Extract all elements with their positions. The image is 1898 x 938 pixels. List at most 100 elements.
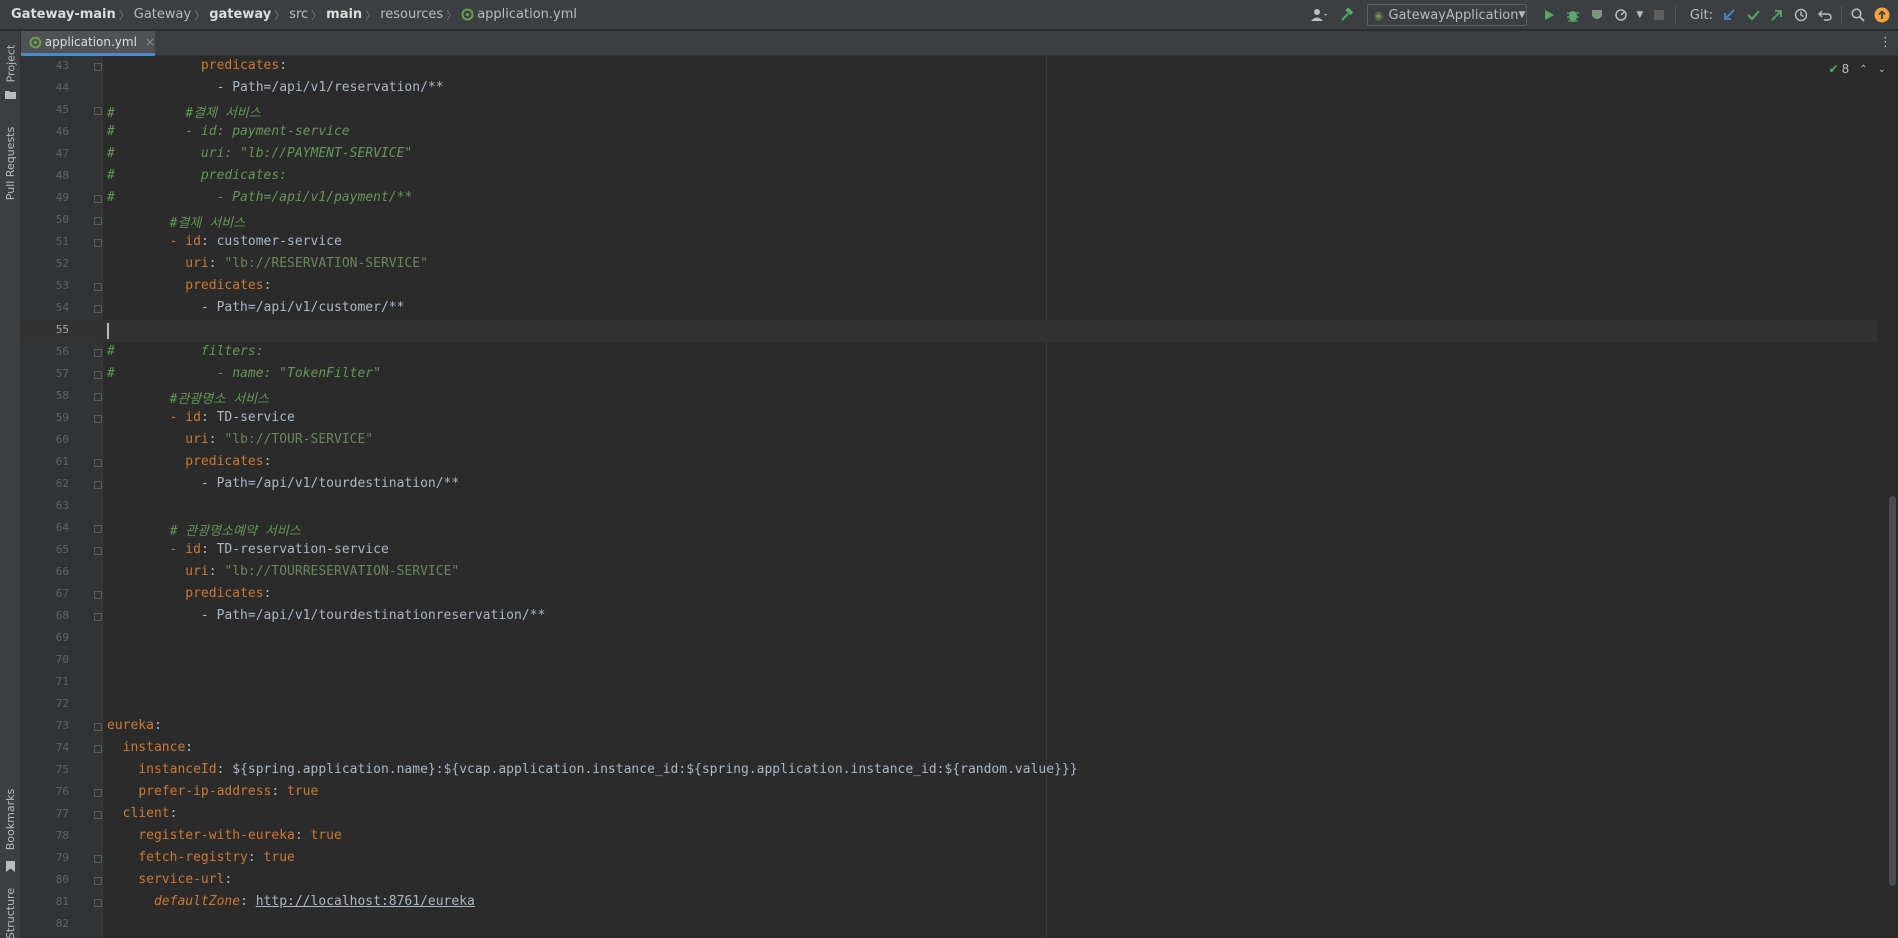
code-line[interactable]: 58 #관광명소 서비스 — [21, 386, 1878, 408]
code-line[interactable]: 49 # - Path=/api/v1/payment/** — [21, 188, 1878, 210]
more-run-options-icon[interactable]: ▼ — [1633, 0, 1647, 30]
code-line[interactable]: 71 — [21, 672, 1878, 694]
fold-marker-icon[interactable] — [94, 613, 102, 621]
fold-marker-icon[interactable] — [94, 63, 102, 71]
breadcrumb-file[interactable]: application.yml — [477, 7, 577, 22]
fold-marker-icon[interactable] — [94, 415, 102, 423]
line-number: 67 — [55, 587, 69, 600]
breadcrumb-folder-gateway[interactable]: gateway — [209, 7, 271, 22]
code-line[interactable]: 73 eureka: — [21, 716, 1878, 738]
run-icon[interactable] — [1537, 0, 1561, 30]
fold-marker-icon[interactable] — [94, 239, 102, 247]
code-line[interactable]: 51 - id: customer-service — [21, 232, 1878, 254]
code-line[interactable]: 65 - id: TD-reservation-service — [21, 540, 1878, 562]
code-line[interactable]: 70 — [21, 650, 1878, 672]
code-line[interactable]: 43 predicates: — [21, 56, 1878, 78]
fold-marker-icon[interactable] — [94, 459, 102, 467]
code-line[interactable]: 55 — [21, 320, 1878, 342]
fold-marker-icon[interactable] — [94, 305, 102, 313]
structure-tool-tab[interactable]: Structure — [0, 883, 21, 938]
vertical-scrollbar[interactable] — [1889, 496, 1896, 886]
breadcrumb-module[interactable]: Gateway — [134, 7, 191, 22]
code-line[interactable]: 60 uri: "lb://TOUR-SERVICE" — [21, 430, 1878, 452]
code-line[interactable]: 82 — [21, 914, 1878, 936]
tab-application-yml[interactable]: application.yml × — [21, 31, 155, 56]
code-line[interactable]: 46 # - id: payment-service — [21, 122, 1878, 144]
fold-marker-icon[interactable] — [94, 855, 102, 863]
code-editor[interactable]: 43 predicates: 44 - Path=/api/v1/reservat… — [21, 56, 1898, 938]
breadcrumb-folder-resources[interactable]: resources — [380, 7, 443, 22]
git-history-icon[interactable] — [1789, 0, 1813, 30]
code-line[interactable]: 59 - id: TD-service — [21, 408, 1878, 430]
more-vertical-icon[interactable]: ⋮ — [1879, 35, 1892, 50]
fold-marker-icon[interactable] — [94, 789, 102, 797]
fold-marker-icon[interactable] — [94, 283, 102, 291]
ide-updates-icon[interactable] — [1870, 0, 1894, 30]
breadcrumb-project[interactable]: Gateway-main — [11, 7, 116, 22]
code-line[interactable]: 75 instanceId: ${spring.application.name… — [21, 760, 1878, 782]
run-with-coverage-icon[interactable] — [1585, 0, 1609, 30]
fold-marker-icon[interactable] — [94, 195, 102, 203]
code-line[interactable]: 74 instance: — [21, 738, 1878, 760]
rollback-icon[interactable] — [1813, 0, 1837, 30]
code-line[interactable]: 67 predicates: — [21, 584, 1878, 606]
fold-marker-icon[interactable] — [94, 877, 102, 885]
code-line[interactable]: 80 service-url: — [21, 870, 1878, 892]
breadcrumb-folder-main[interactable]: main — [326, 7, 362, 22]
breadcrumb-folder-src[interactable]: src — [289, 7, 308, 22]
code-line[interactable]: 76 prefer-ip-address: true — [21, 782, 1878, 804]
code-line[interactable]: 53 predicates: — [21, 276, 1878, 298]
pull-requests-tool-tab[interactable]: Pull Requests — [0, 109, 21, 217]
debug-icon[interactable] — [1561, 0, 1585, 30]
fold-marker-icon[interactable] — [94, 481, 102, 489]
code-line[interactable]: 56 # filters: — [21, 342, 1878, 364]
code-line[interactable]: 69 — [21, 628, 1878, 650]
build-hammer-icon[interactable] — [1335, 0, 1359, 30]
fold-marker-icon[interactable] — [94, 525, 102, 533]
fold-marker-icon[interactable] — [94, 217, 102, 225]
code-line[interactable]: 81 defaultZone: http://localhost:8761/eu… — [21, 892, 1878, 914]
close-icon[interactable]: × — [145, 35, 155, 49]
fold-marker-icon[interactable] — [94, 547, 102, 555]
code-line[interactable]: 62 - Path=/api/v1/tourdestination/** — [21, 474, 1878, 496]
code-line[interactable]: 47 # uri: "lb://PAYMENT-SERVICE" — [21, 144, 1878, 166]
code-line[interactable]: 50 #결제 서비스 — [21, 210, 1878, 232]
code-line[interactable]: 57 # - name: "TokenFilter" — [21, 364, 1878, 386]
code-line[interactable]: 48 # predicates: — [21, 166, 1878, 188]
profiler-icon[interactable] — [1609, 0, 1633, 30]
run-configuration-select[interactable]: ◉ GatewayApplication ▼ — [1366, 4, 1527, 26]
fold-marker-icon[interactable] — [94, 723, 102, 731]
search-everywhere-icon[interactable] — [1846, 0, 1870, 30]
fold-marker-icon[interactable] — [94, 811, 102, 819]
bookmarks-tool-tab[interactable]: Bookmarks — [0, 779, 21, 859]
git-push-icon[interactable] — [1765, 0, 1789, 30]
code-line[interactable]: 61 predicates: — [21, 452, 1878, 474]
code-line[interactable]: 79 fetch-registry: true — [21, 848, 1878, 870]
git-update-icon[interactable] — [1717, 0, 1741, 30]
code-line[interactable]: 64 # 관광명소예약 서비스 — [21, 518, 1878, 540]
git-commit-icon[interactable] — [1741, 0, 1765, 30]
fold-marker-icon[interactable] — [94, 393, 102, 401]
code-line[interactable]: 77 client: — [21, 804, 1878, 826]
stop-icon[interactable] — [1647, 0, 1671, 30]
inspection-widget[interactable]: ✔ 8 ⌃ ⌄ — [1829, 62, 1886, 76]
code-line[interactable]: 63 — [21, 496, 1878, 518]
user-account-icon[interactable] — [1305, 0, 1335, 30]
fold-marker-icon[interactable] — [94, 107, 102, 115]
code-line[interactable]: 52 uri: "lb://RESERVATION-SERVICE" — [21, 254, 1878, 276]
code-line[interactable]: 68 - Path=/api/v1/tourdestinationreserva… — [21, 606, 1878, 628]
previous-highlight-icon[interactable]: ⌃ — [1859, 64, 1867, 75]
code-line[interactable]: 72 — [21, 694, 1878, 716]
fold-marker-icon[interactable] — [94, 745, 102, 753]
line-number: 60 — [55, 433, 69, 446]
code-line[interactable]: 66 uri: "lb://TOURRESERVATION-SERVICE" — [21, 562, 1878, 584]
next-highlight-icon[interactable]: ⌄ — [1878, 64, 1886, 75]
code-line[interactable]: 54 - Path=/api/v1/customer/** — [21, 298, 1878, 320]
code-line[interactable]: 78 register-with-eureka: true — [21, 826, 1878, 848]
fold-marker-icon[interactable] — [94, 591, 102, 599]
code-line[interactable]: 44 - Path=/api/v1/reservation/** — [21, 78, 1878, 100]
code-line[interactable]: 45 # #결제 서비스 — [21, 100, 1878, 122]
fold-marker-icon[interactable] — [94, 349, 102, 357]
fold-marker-icon[interactable] — [94, 371, 102, 379]
fold-marker-icon[interactable] — [94, 899, 102, 907]
